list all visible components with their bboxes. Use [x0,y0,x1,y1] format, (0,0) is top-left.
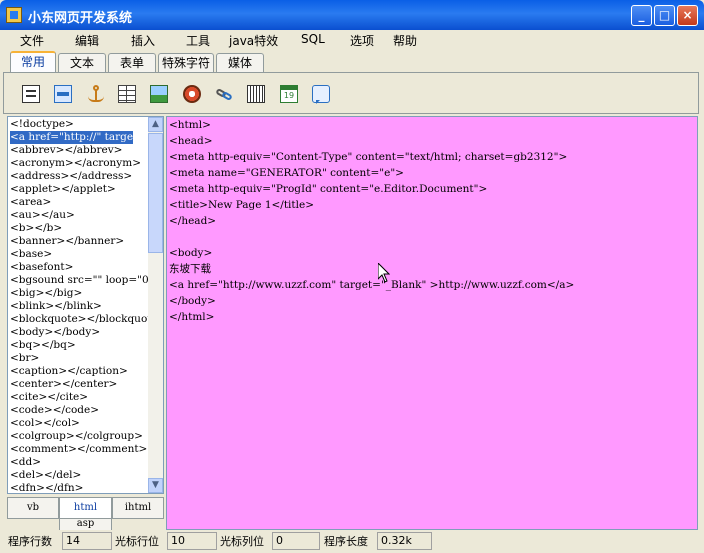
editor-line: <head> [169,135,213,147]
menu-insert[interactable]: 插入 [131,32,155,49]
editor-line: <a href="http://www.uzzf.com" target="_B… [169,279,575,291]
editor-line: <meta name="GENERATOR" content="e"> [169,167,404,179]
tag-list-item[interactable]: <del></del> [10,469,81,482]
editor-line: 东坡下载 [169,263,211,275]
menu-sql[interactable]: SQL [301,32,325,46]
tab-special-chars[interactable]: 特殊字符 [158,53,214,72]
comment-icon[interactable] [312,85,330,104]
tab-common[interactable]: 常用 [10,51,56,73]
new-doc-icon[interactable] [22,85,40,103]
tab-media[interactable]: 媒体 [216,53,264,72]
title-bar[interactable]: 小东网页开发系统 _ □ × [0,0,704,30]
menu-file[interactable]: 文件 [20,32,44,49]
tag-list-item[interactable]: <center></center> [10,378,117,391]
tag-list-item[interactable]: <base> [10,248,52,261]
scroll-thumb[interactable] [148,133,163,253]
tag-list-item[interactable]: <bgsound src="" loop="0 [10,274,149,287]
editor-line: <title>New Page 1</title> [169,199,315,211]
tag-list-item[interactable]: <b></b> [10,222,62,235]
tag-list-item[interactable]: <au></au> [10,209,75,222]
mouse-cursor-icon [378,263,390,283]
table-icon[interactable] [118,85,136,103]
menu-edit[interactable]: 编辑 [75,32,99,49]
calendar-icon[interactable]: 19 [280,85,298,103]
link-icon[interactable] [215,85,233,103]
tab-text[interactable]: 文本 [58,53,106,72]
tag-list-item[interactable]: <br> [10,352,39,365]
editor-line: </html> [169,311,215,323]
tag-list-item[interactable]: <colgroup></colgroup> [10,430,143,443]
tag-list-item[interactable]: <banner></banner> [10,235,124,248]
editor-line: <body> [169,247,213,259]
tag-list-item[interactable]: <!doctype> [10,118,74,131]
tab-html[interactable]: html [59,497,112,519]
tag-list-item[interactable]: <code></code> [10,404,99,417]
scroll-down-icon[interactable]: ▼ [148,478,163,493]
toolbar-tabs: 常用 文本 表单 特殊字符 媒体 [0,51,704,73]
code-editor[interactable]: <html> <head> <meta http-equiv="Content-Ty… [166,116,698,530]
tag-list-item[interactable]: <bq></bq> [10,339,76,352]
tag-list-item[interactable]: <comment></comment> [10,443,147,456]
tag-list-item[interactable]: <acronym></acronym> [10,157,141,170]
app-icon [6,7,22,23]
calendar-day: 19 [283,91,295,100]
status-total-rows-label: 程序行数 [8,535,52,548]
tag-list-item[interactable]: <area> [10,196,51,209]
maximize-button[interactable]: □ [654,5,675,26]
frame-icon[interactable] [54,85,72,103]
scroll-up-icon[interactable]: ▲ [148,117,163,132]
tag-list[interactable]: <dfn></dfn> <del></del> <dd> <comment></com… [7,116,164,494]
tag-list-item[interactable]: <abbrev></abbrev> [10,144,122,157]
status-cursor-col: 0 [272,532,320,550]
tag-list-item[interactable]: <blink></blink> [10,300,102,313]
tag-list-item[interactable]: <applet></applet> [10,183,116,196]
menu-java-effects[interactable]: java特效 [229,32,278,49]
menu-bar: 文件 编辑 插入 工具 java特效 SQL 选项 帮助 [0,30,704,50]
window-title: 小东网页开发系统 [28,11,133,26]
editor-line: <html> [169,119,211,131]
minimize-button[interactable]: _ [631,5,652,26]
tag-list-item[interactable]: <col></col> [10,417,80,430]
tag-list-item[interactable]: <dd> [10,456,41,469]
menu-tools[interactable]: 工具 [186,32,210,49]
tab-ihtml[interactable]: ihtml [112,497,164,519]
status-length-label: 程序长度 [324,535,368,548]
editor-line: <meta http-equiv="ProgId" content="e.Edi… [169,183,488,195]
language-tabs: vb html ihtml asp [7,497,164,531]
media-icon[interactable] [183,85,201,103]
status-cursor-col-label: 光标列位 [220,535,264,548]
status-cursor-row-label: 光标行位 [115,535,159,548]
tag-list-item[interactable]: <address></address> [10,170,132,183]
menu-help[interactable]: 帮助 [393,32,417,49]
tab-form[interactable]: 表单 [108,53,156,72]
menu-options[interactable]: 选项 [350,32,374,49]
tag-list-scrollbar[interactable]: ▲ ▼ [148,117,163,493]
close-button[interactable]: × [677,5,698,26]
image-icon[interactable] [150,85,168,103]
tag-list-item[interactable]: <dfn></dfn> [10,482,83,493]
status-bar: 程序行数 14 光标行位 10 光标列位 0 程序长度 0.32k [0,530,704,553]
status-cursor-row: 10 [167,532,217,550]
tag-list-item[interactable]: <body></body> [10,326,100,339]
tag-list-item[interactable]: <cite></cite> [10,391,88,404]
status-total-rows: 14 [62,532,112,550]
toolbar: 19 [3,72,699,114]
anchor-icon[interactable] [87,85,105,103]
tag-list-item[interactable]: <blockquote></blockquot [10,313,151,326]
tag-list-item[interactable]: <caption></caption> [10,365,128,378]
editor-line: <meta http-equiv="Content-Type" content=… [169,151,568,163]
status-length: 0.32k [377,532,432,550]
tab-vb[interactable]: vb [7,497,59,519]
tag-list-item[interactable]: <a href="http://" targe [10,131,134,144]
keyboard-icon[interactable] [247,85,265,103]
editor-line: </head> [169,215,217,227]
editor-line: </body> [169,295,216,307]
tag-list-item[interactable]: <big></big> [10,287,82,300]
tag-list-item[interactable]: <basefont> [10,261,73,274]
